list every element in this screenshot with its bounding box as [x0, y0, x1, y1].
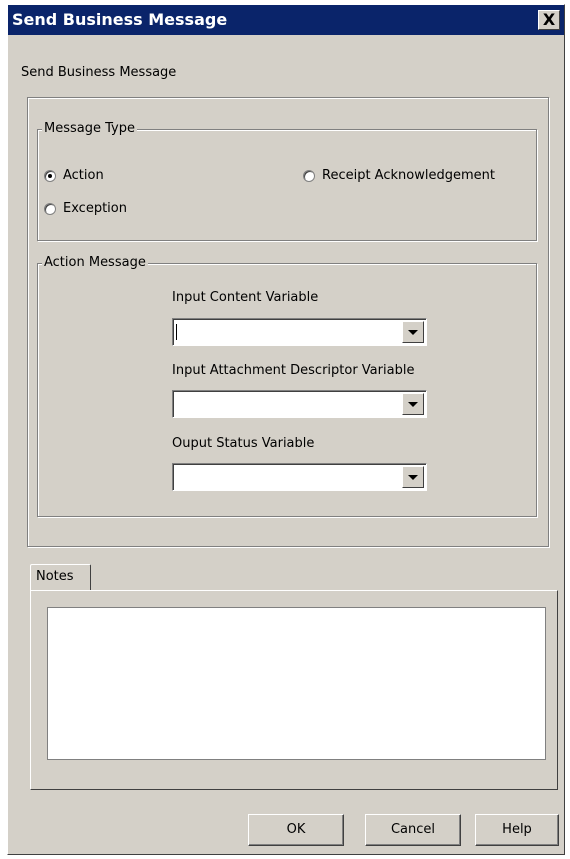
chevron-down-icon[interactable]	[402, 393, 424, 415]
notes-tab-panel	[30, 590, 558, 790]
tab-notes-label: Notes	[36, 569, 74, 584]
chevron-down-icon[interactable]	[402, 321, 424, 343]
radio-exception-indicator[interactable]	[44, 203, 56, 215]
radio-action[interactable]: Action	[44, 168, 164, 186]
input-attachment-descriptor-variable-label: Input Attachment Descriptor Variable	[172, 363, 415, 378]
title-bar[interactable]: Send Business Message X	[8, 5, 564, 35]
output-status-variable-combo[interactable]	[172, 463, 427, 491]
send-business-message-dialog: Send Business Message X Send Business Me…	[7, 4, 565, 855]
radio-exception-label: Exception	[63, 201, 127, 216]
input-content-variable-label: Input Content Variable	[172, 290, 319, 305]
close-icon: X	[542, 10, 556, 29]
notes-textarea[interactable]	[47, 607, 546, 760]
cancel-button[interactable]: Cancel	[365, 814, 461, 846]
action-message-legend: Action Message	[42, 255, 148, 270]
radio-action-label: Action	[63, 168, 104, 183]
radio-receipt-acknowledgement-label: Receipt Acknowledgement	[322, 168, 495, 183]
action-message-group: Action Message Input Content Variable In…	[37, 255, 537, 517]
radio-receipt-acknowledgement-indicator[interactable]	[303, 170, 315, 182]
output-status-variable-label: Ouput Status Variable	[172, 436, 315, 451]
chevron-down-icon[interactable]	[402, 466, 424, 488]
help-button[interactable]: Help	[475, 814, 559, 846]
ok-button[interactable]: OK	[248, 814, 344, 846]
input-content-variable-combo[interactable]	[172, 318, 427, 346]
dialog-subtitle: Send Business Message	[21, 65, 177, 80]
window-title: Send Business Message	[12, 10, 228, 29]
radio-action-indicator[interactable]	[44, 170, 56, 182]
text-caret	[176, 324, 177, 340]
close-button[interactable]: X	[538, 10, 560, 30]
input-attachment-descriptor-variable-combo[interactable]	[172, 390, 427, 418]
radio-receipt-acknowledgement[interactable]: Receipt Acknowledgement	[303, 168, 533, 186]
message-type-group: Message Type Action Receipt Acknowledgem…	[37, 121, 537, 241]
radio-exception[interactable]: Exception	[44, 201, 164, 219]
tab-notes[interactable]: Notes	[30, 564, 91, 590]
message-type-legend: Message Type	[42, 121, 137, 136]
